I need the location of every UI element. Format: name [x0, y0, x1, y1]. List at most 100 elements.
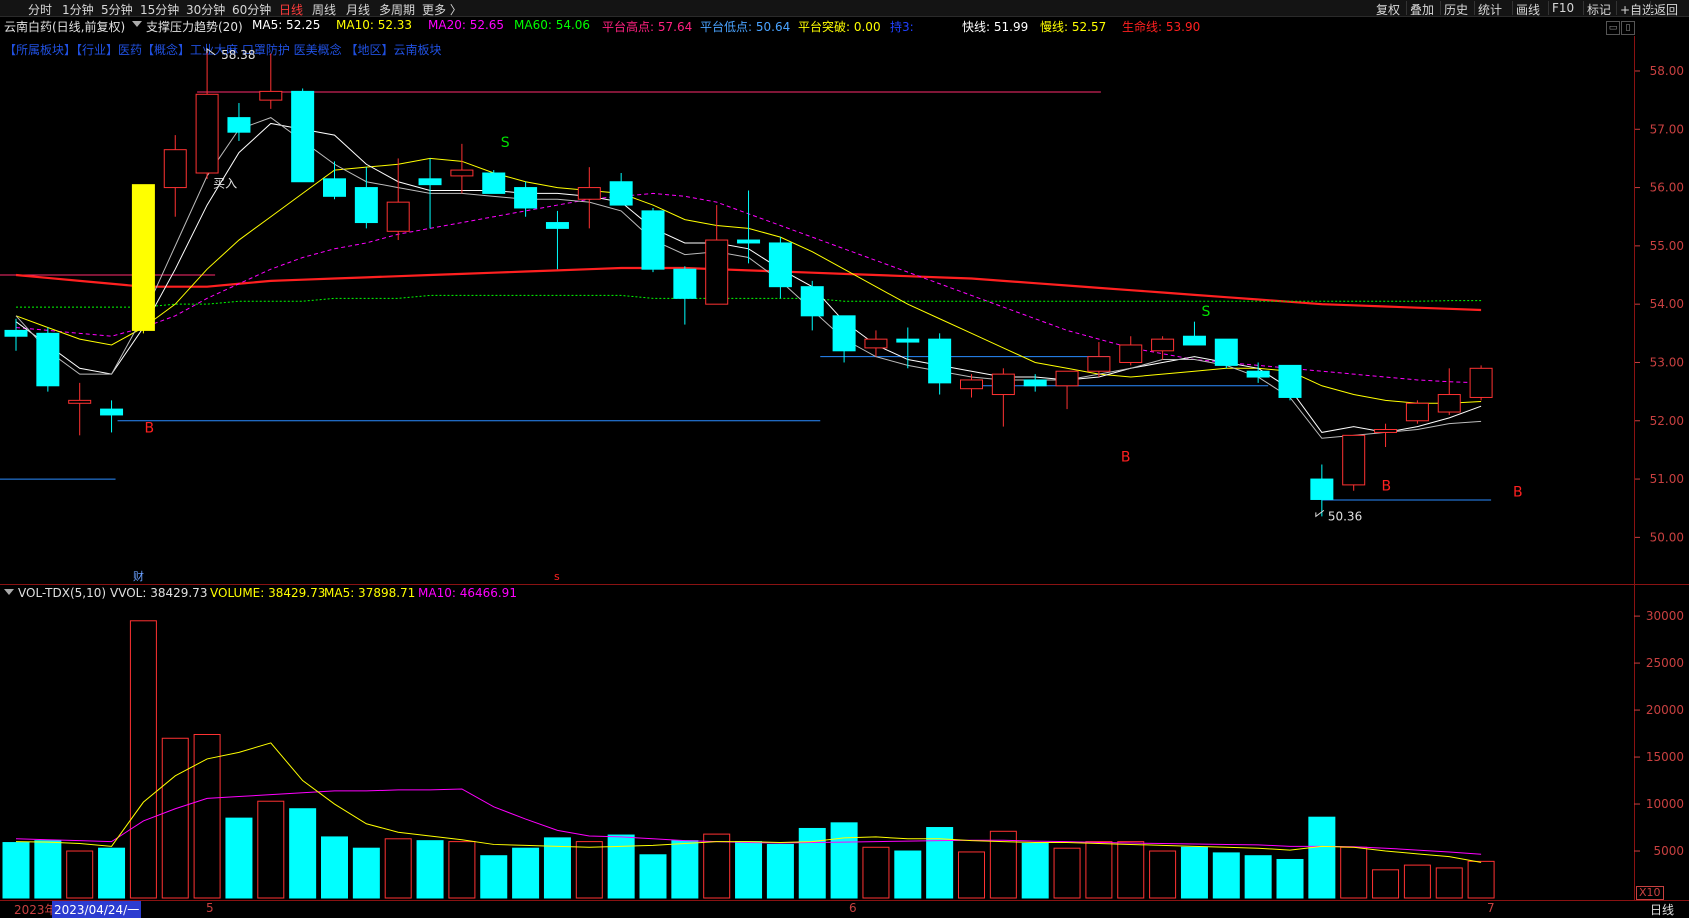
period-tab-0[interactable]: 分时: [28, 1, 52, 18]
volume-bar: [416, 840, 444, 899]
toolbar-right-item-2[interactable]: 历史: [1444, 1, 1468, 18]
volume-bar: [352, 847, 380, 899]
toolbar-right-item-8[interactable]: 返回: [1654, 1, 1678, 18]
volume-bar: [607, 834, 635, 899]
low-marker: [1315, 509, 1325, 518]
toolbar-right-item-0[interactable]: 复权: [1376, 1, 1400, 18]
period-tab-8[interactable]: 月线: [346, 1, 370, 18]
candle-body: [450, 169, 474, 177]
volume-bar: [894, 850, 922, 899]
period-tab-9[interactable]: 多周期: [379, 1, 415, 18]
volume-bar: [639, 854, 667, 899]
ma5-value: MA5: 52.25: [252, 18, 321, 32]
volume-ma10-value: MA10: 46466.91: [418, 586, 517, 600]
candle-body: [1246, 370, 1270, 378]
volume-bar: [1180, 846, 1208, 899]
volume-tick-label: 20000: [1646, 703, 1684, 717]
volume-bar: [321, 836, 348, 899]
window-restore-icon[interactable]: ▭: [1606, 21, 1620, 35]
platform-break-value: 平台突破: 0.00: [798, 20, 881, 34]
period-tab-7[interactable]: 周线: [312, 1, 336, 18]
period-tab-daily[interactable]: 日线: [1650, 901, 1674, 918]
volume-tick-label: 15000: [1646, 750, 1684, 764]
volume-bar: [1435, 867, 1463, 899]
life-line-value: 生命线: 53.90: [1122, 20, 1201, 34]
candle-body: [673, 268, 697, 299]
date-axis: 2023年 2023/04/24/一 5 6 7 日线: [0, 900, 1689, 918]
price-tick-label: 58.00: [1650, 64, 1684, 78]
candle-body: [131, 184, 155, 331]
volume-dropdown-icon[interactable]: [4, 589, 14, 595]
indicator-name[interactable]: 支撑压力趋势(20): [146, 18, 243, 35]
price-tick-label: 57.00: [1650, 122, 1684, 136]
period-tab-4[interactable]: 30分钟: [186, 1, 225, 18]
volume-unit-label: X10: [1636, 886, 1664, 900]
volume-bar: [766, 843, 794, 899]
period-toolbar: 分时 1分钟 5分钟 15分钟 30分钟 60分钟 日线 周线 月线 多周期 更多 〉 复权 叠加 历史统…: [0, 0, 1689, 17]
candle-body: [641, 210, 665, 270]
volume-tick-label: 25000: [1646, 656, 1684, 670]
buy-signal-b: B: [145, 420, 155, 436]
date-month-7: 7: [1487, 901, 1495, 915]
candle-body: [323, 178, 346, 197]
volume-bar: [575, 841, 603, 899]
candle-body: [705, 239, 729, 305]
platform-low-value: 平台低点: 50.64: [700, 20, 791, 34]
volume-bar: [830, 822, 858, 899]
period-tab-2[interactable]: 5分钟: [101, 1, 133, 18]
period-tab-10[interactable]: 更多 〉: [422, 1, 462, 18]
indicator-dropdown-icon[interactable]: [132, 21, 142, 27]
period-tab-5[interactable]: 60分钟: [232, 1, 271, 18]
candle-body: [864, 338, 888, 349]
candle-body: [354, 187, 378, 224]
price-tick-label: 51.00: [1650, 472, 1684, 486]
volume-bar: [257, 800, 285, 899]
candle-body: [1023, 379, 1047, 387]
event-marker: s: [554, 570, 560, 583]
volume-bar: [129, 620, 157, 899]
volume-bar: [34, 840, 62, 899]
candle-body: [1119, 344, 1143, 363]
candle-body: [195, 93, 219, 174]
candle-body: [36, 332, 60, 387]
toolbar-right-item-5[interactable]: F10: [1552, 1, 1574, 15]
candle-body: [1151, 338, 1175, 352]
toolbar-right-item-4[interactable]: 画线: [1516, 1, 1540, 18]
candlestick-chart[interactable]: 50.00 51.00 52.00 53.00 54.00 55.00 56.00 57.00…: [0, 36, 1689, 584]
volume-bar: [225, 817, 253, 899]
date-month-6: 6: [849, 901, 857, 915]
toolbar-right-item-3[interactable]: 统计: [1478, 1, 1502, 18]
volume-bar: [1021, 842, 1049, 899]
candle-body: [259, 90, 283, 101]
volume-indicator-name[interactable]: VOL-TDX(5,10): [18, 586, 106, 600]
volume-bar: [480, 855, 508, 899]
volume-bar: [1244, 855, 1272, 899]
window-split-icon[interactable]: ▯: [1621, 21, 1635, 35]
volume-bar: [1117, 841, 1145, 899]
volume-bar: [703, 833, 731, 899]
candle-body: [100, 408, 124, 416]
toolbar-right-item-7[interactable]: +自选: [1620, 1, 1654, 18]
volume-chart[interactable]: 5000 10000 15000 20000 25000 30000: [0, 600, 1689, 900]
ma20-value: MA20: 52.65: [428, 18, 505, 32]
toolbar-right-item-6[interactable]: 标记: [1587, 1, 1611, 18]
candle-body: [577, 187, 601, 200]
candle-body: [896, 338, 920, 343]
volume-bar: [926, 827, 954, 899]
toolbar-right-item-1[interactable]: 叠加: [1410, 1, 1434, 18]
stock-title: 云南白药(日线,前复权): [4, 20, 126, 34]
candle-body: [1214, 338, 1238, 366]
candle-body: [545, 222, 569, 229]
date-cursor: 2023/04/24/一: [52, 901, 142, 918]
period-tab-6[interactable]: 日线: [279, 1, 303, 18]
volume-bar: [161, 737, 189, 899]
finance-marker: 财: [133, 569, 144, 583]
date-month-5: 5: [206, 901, 214, 915]
high-price-label: 58.38: [221, 48, 255, 62]
volume-bar: [1403, 864, 1431, 899]
buy-signal-b: B: [1513, 485, 1523, 501]
candle-body: [1469, 367, 1493, 398]
candle-body: [1087, 356, 1111, 372]
period-tab-1[interactable]: 1分钟: [62, 1, 94, 18]
period-tab-3[interactable]: 15分钟: [140, 1, 179, 18]
